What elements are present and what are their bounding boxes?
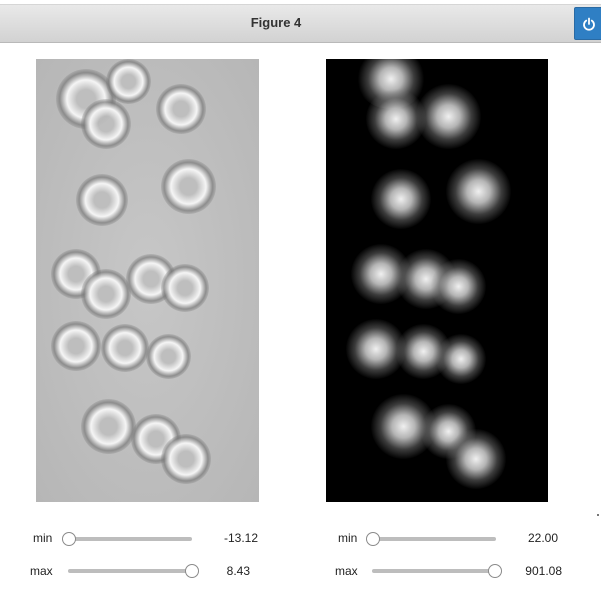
left-max-slider-track[interactable]	[68, 569, 192, 573]
image-blob	[416, 84, 481, 149]
image-blob	[436, 334, 486, 384]
right-min-slider-track[interactable]	[372, 537, 496, 541]
right-max-slider-track[interactable]	[372, 569, 496, 573]
power-icon	[582, 17, 595, 31]
image-blob	[156, 84, 206, 134]
left-min-label: min	[33, 531, 53, 545]
image-blob	[161, 159, 216, 214]
image-blob	[446, 159, 511, 224]
image-blob	[101, 324, 149, 372]
right-max-value: 901.08	[525, 564, 562, 578]
image-blob	[446, 429, 506, 489]
resize-handle[interactable]	[597, 514, 599, 516]
image-blob	[81, 399, 136, 454]
right-min-value: 22.00	[527, 531, 558, 545]
image-blob	[81, 269, 131, 319]
power-button[interactable]	[574, 7, 601, 40]
left-min-value: -13.12	[223, 531, 258, 545]
image-blob	[371, 169, 431, 229]
left-image-panel[interactable]	[36, 59, 259, 502]
figure-titlebar: Figure 4	[0, 4, 601, 43]
right-max-slider-thumb[interactable]	[488, 564, 502, 578]
image-blob	[76, 174, 128, 226]
right-min-slider-thumb[interactable]	[366, 532, 380, 546]
figure-title: Figure 4	[250, 15, 302, 30]
right-image-panel[interactable]	[326, 59, 548, 502]
image-blob	[146, 334, 191, 379]
left-max-value: 8.43	[226, 564, 250, 578]
right-min-label: min	[338, 531, 358, 545]
image-blob	[431, 259, 486, 314]
left-max-label: max	[30, 564, 53, 578]
left-min-slider-track[interactable]	[68, 537, 192, 541]
left-min-slider-thumb[interactable]	[62, 532, 76, 546]
right-max-label: max	[335, 564, 358, 578]
image-blob	[161, 434, 211, 484]
image-blob	[51, 321, 101, 371]
image-blob	[81, 99, 131, 149]
image-blob	[106, 59, 151, 104]
image-blob	[161, 264, 209, 312]
